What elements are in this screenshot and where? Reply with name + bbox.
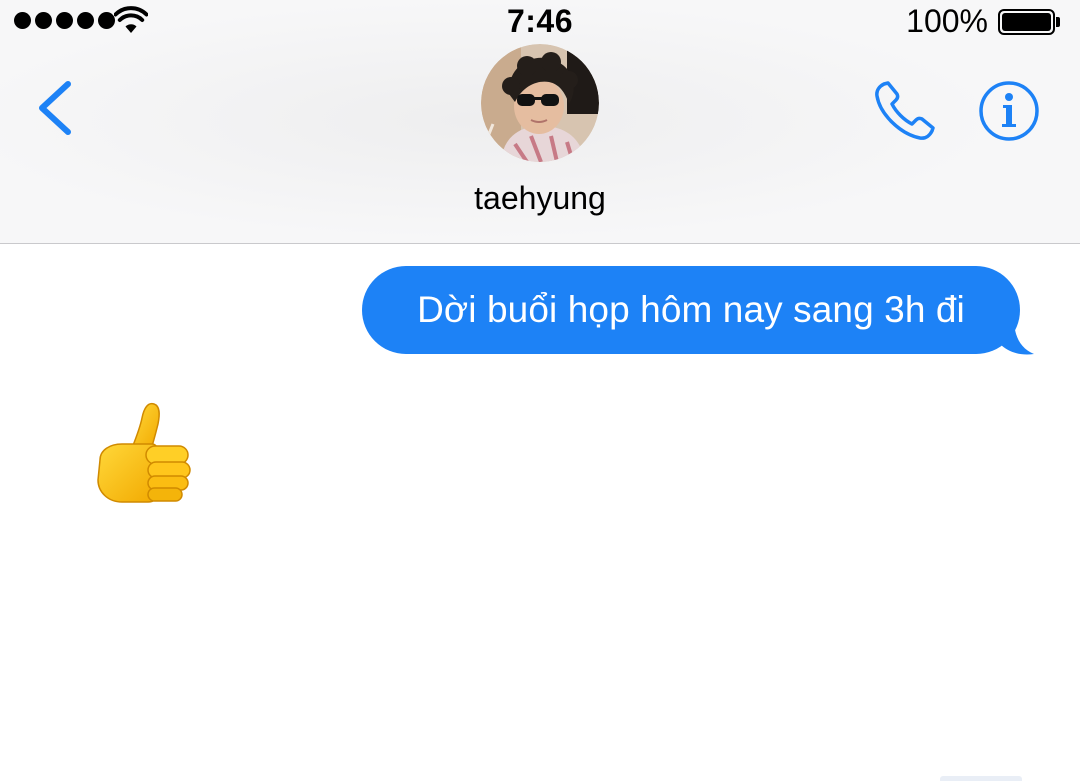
header: 7:46 100% taehyung	[0, 0, 1080, 244]
phone-icon[interactable]	[870, 76, 940, 146]
chat-screen: 7:46 100% taehyung Dời buổi họp hôm nay …	[0, 0, 1080, 781]
contact-photo	[481, 44, 599, 162]
avatar[interactable]	[481, 44, 599, 162]
contact-name[interactable]: taehyung	[0, 180, 1080, 217]
battery-percentage: 100%	[906, 3, 988, 39]
outgoing-message-bubble[interactable]: Dời buổi họp hôm nay sang 3h đi	[362, 266, 1020, 354]
battery-icon	[998, 9, 1060, 35]
info-icon[interactable]	[976, 80, 1042, 142]
message-text: Dời buổi họp hôm nay sang 3h đi	[417, 289, 965, 330]
thumbs-up-icon[interactable]	[92, 398, 196, 504]
back-button[interactable]	[34, 78, 78, 138]
input-area-hint	[940, 776, 1022, 781]
